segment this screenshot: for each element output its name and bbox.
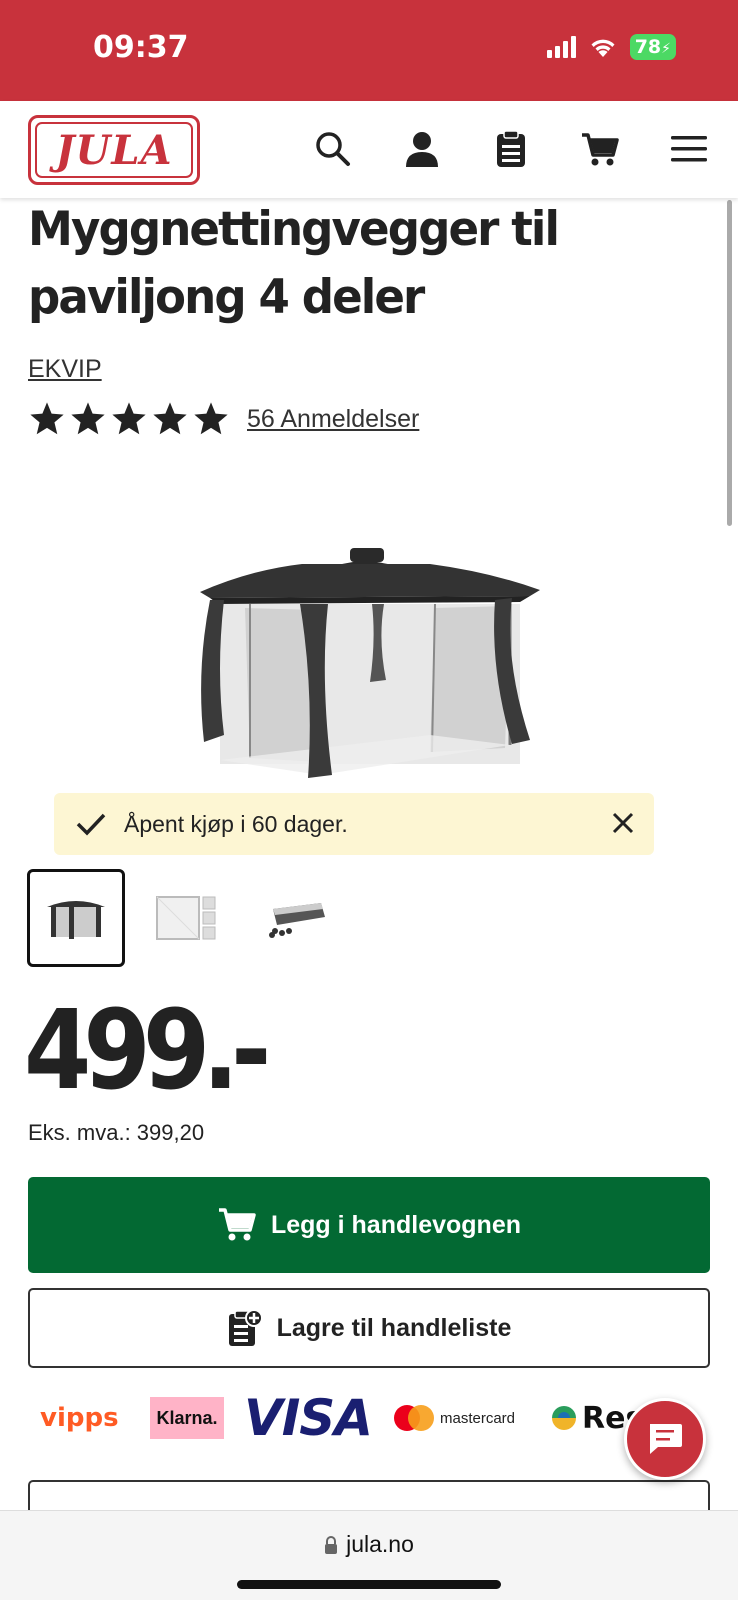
mastercard-logo: mastercard [394, 1390, 515, 1446]
thumbnail-2[interactable] [137, 869, 235, 967]
product-image[interactable] [190, 530, 545, 790]
check-icon [76, 813, 106, 836]
account-icon[interactable] [402, 129, 442, 169]
star-icon [30, 402, 64, 435]
vipps-logo: vipps [40, 1403, 119, 1433]
add-to-cart-button[interactable]: Legg i handlevognen [28, 1177, 710, 1273]
product-title: Myggnettingvegger til paviljong 4 deler [28, 202, 560, 325]
star-icon [112, 402, 146, 435]
page-scrollbar[interactable] [727, 200, 732, 526]
url-display[interactable]: jula.no [0, 1531, 738, 1558]
mastercard-label: mastercard [440, 1409, 516, 1427]
status-icons: 78⚡ [546, 34, 676, 60]
product-price: 499.- [24, 986, 271, 1114]
clipboard-icon[interactable] [491, 129, 531, 169]
search-icon[interactable] [313, 129, 353, 169]
lock-icon [325, 1535, 338, 1554]
logo-text: JULA [55, 126, 173, 174]
home-indicator[interactable] [237, 1580, 501, 1589]
rating[interactable]: 56 Anmeldelser [28, 400, 419, 438]
battery-icon: 78⚡ [629, 34, 676, 60]
thumbnail-3[interactable] [247, 869, 345, 967]
thumbnail-gazebo-image [47, 901, 105, 939]
menu-icon[interactable] [669, 129, 709, 169]
site-header: JULA [0, 101, 738, 198]
close-icon[interactable] [608, 808, 638, 838]
wifi-icon [591, 39, 615, 57]
notice-text: Åpent kjøp i 60 dager. [124, 810, 348, 837]
cart-icon [218, 1208, 256, 1241]
save-to-list-label: Lagre til handleliste [276, 1313, 512, 1342]
chat-button[interactable] [624, 1398, 706, 1480]
signal-icon [546, 36, 576, 58]
add-to-cart-label: Legg i handlevognen [270, 1210, 521, 1239]
clipboard-add-icon [228, 1309, 263, 1346]
thumbnail-1[interactable] [27, 869, 125, 967]
url-text: jula.no [346, 1531, 414, 1557]
star-icon [194, 402, 228, 435]
brand-link[interactable]: EKVIP [28, 355, 102, 384]
cart-icon[interactable] [580, 129, 620, 169]
jula-logo[interactable]: JULA [28, 115, 200, 185]
resurs-icon [552, 1406, 576, 1430]
mastercard-icon [394, 1405, 434, 1431]
browser-url-bar[interactable]: jula.no [0, 1510, 738, 1600]
star-icon [153, 402, 187, 435]
price-ex-vat: Eks. mva.: 399,20 [28, 1120, 205, 1145]
klarna-logo: Klarna. [150, 1397, 224, 1439]
chat-icon [650, 1424, 682, 1454]
status-bar: 09:37 78⚡ [0, 0, 738, 101]
battery-level: 78 [634, 36, 662, 58]
thumbnail-nets-image [156, 896, 216, 940]
reviews-link[interactable]: 56 Anmeldelser [247, 405, 419, 434]
save-to-list-button[interactable]: Lagre til handleliste [28, 1288, 710, 1368]
open-purchase-notice: Åpent kjøp i 60 dager. [54, 793, 654, 855]
visa-logo: VISA [244, 1389, 373, 1447]
status-time: 09:37 [93, 30, 189, 65]
thumbnail-parts-image [269, 903, 325, 938]
star-icon [71, 402, 105, 435]
payment-methods: vipps Klarna. VISA mastercard Res [28, 1389, 718, 1447]
